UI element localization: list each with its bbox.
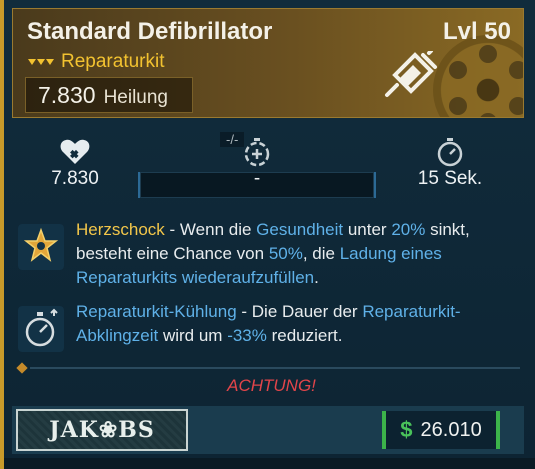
stat-middle: -/- - — [140, 132, 374, 198]
item-level: Lvl 50 — [442, 18, 511, 45]
stopwatch-icon — [437, 138, 463, 167]
star-badge-icon — [18, 224, 64, 270]
heart-icon — [60, 139, 90, 164]
heal-value: 7.830 — [38, 82, 96, 108]
timer-plus-icon — [244, 138, 270, 167]
dollar-icon: $ — [400, 417, 413, 442]
stat-cooldown-value: 15 Sek. — [417, 168, 483, 189]
heal-label: Heilung — [103, 87, 168, 108]
divider — [30, 367, 520, 369]
perk-kuehlung-text: Reparaturkit-Kühlung - Die Dauer der Rep… — [76, 302, 461, 345]
rarity-row: Reparaturkit — [27, 51, 165, 73]
perk-herzschock: Herzschock - Wenn die Gesundheit unter 2… — [18, 218, 528, 292]
perk-name: Reparaturkit-Kühlung — [76, 302, 237, 321]
stat-heal-value: 7.830 — [51, 168, 99, 189]
warning-text: ACHTUNG! — [227, 376, 316, 395]
price-box: $ 26.010 — [382, 411, 500, 449]
item-header: Standard Defibrillator Lvl 50 Reparaturk… — [12, 8, 524, 118]
price-value: 26.010 — [420, 418, 482, 441]
bottom-strip — [4, 458, 535, 469]
seller-logo: JAK❀BS — [16, 409, 188, 451]
perk-name: Herzschock — [76, 220, 165, 239]
item-tooltip: Standard Defibrillator Lvl 50 Reparaturk… — [0, 0, 535, 469]
syringe-icon — [385, 51, 437, 97]
perk-herzschock-text: Herzschock - Wenn die Gesundheit unter 2… — [76, 220, 470, 287]
stat-heal: 7.830 — [12, 132, 138, 198]
item-name: Standard Defibrillator — [27, 18, 273, 45]
divider-diamond-icon — [16, 362, 28, 374]
gear-decoration-icon — [433, 35, 523, 117]
stat-middle-value: - — [253, 168, 261, 189]
perk-reparaturkit-kuehlung: Reparaturkit-Kühlung - Die Dauer der Rep… — [18, 300, 528, 352]
rarity-label: Reparaturkit — [61, 51, 165, 72]
vendor-footer: JAK❀BS $ 26.010 — [12, 406, 524, 454]
stat-cooldown: 15 Sek. — [376, 132, 524, 198]
cooldown-icon — [18, 306, 64, 352]
stats-panel: 7.830 -/- - 15 Sek. — [12, 132, 524, 202]
rarity-chevrons-icon — [28, 59, 54, 65]
heal-amount-box: 7.830 Heilung — [25, 77, 193, 113]
